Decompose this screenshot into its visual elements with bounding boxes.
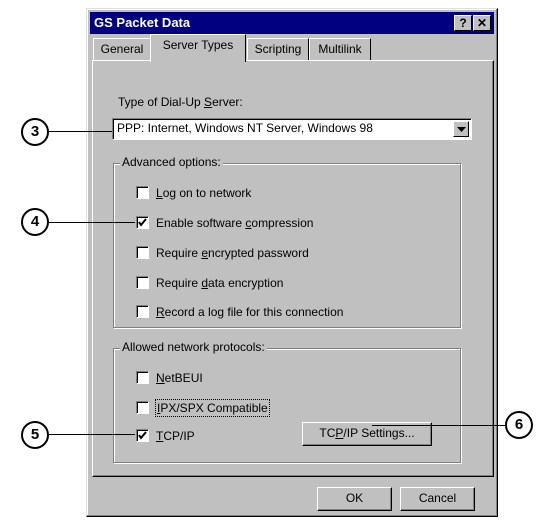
server-type-value: PPP: Internet, Windows NT Server, Window… — [117, 121, 373, 135]
checkbox-box[interactable] — [136, 216, 149, 229]
tab-general[interactable]: General — [93, 38, 151, 60]
checkbox-box[interactable] — [136, 305, 149, 318]
checkbox-label: TCP/IP — [156, 429, 195, 443]
help-button[interactable]: ? — [454, 15, 472, 31]
close-button[interactable]: ✕ — [473, 15, 491, 31]
window-title: GS Packet Data — [94, 15, 191, 30]
checkbox-box[interactable] — [136, 401, 149, 414]
callout-4: 4 — [21, 208, 49, 236]
tab-multilink-label: Multilink — [318, 42, 362, 56]
server-type-select[interactable]: PPP: Internet, Windows NT Server, Window… — [112, 118, 472, 140]
checkbox-box[interactable] — [136, 186, 149, 199]
tab-general-label: General — [100, 42, 144, 56]
advanced-options-title: Advanced options: — [120, 155, 223, 169]
checkbox-label: Require encrypted password — [156, 246, 309, 260]
dropdown-button[interactable] — [453, 121, 469, 137]
callout-3-leader — [49, 131, 112, 132]
title-bar: GS Packet Data ? ✕ — [90, 12, 494, 34]
checkbox-box[interactable] — [136, 371, 149, 384]
chevron-down-icon — [457, 127, 466, 132]
checkbox-label: IPX/SPX Compatible — [155, 399, 270, 417]
checkbox-box[interactable] — [136, 429, 149, 442]
callout-5: 5 — [21, 421, 49, 449]
tab-server-types[interactable]: Server Types — [150, 34, 246, 62]
network-protocols-title: Allowed network protocols: — [120, 340, 267, 354]
checkbox-label: Require data encryption — [156, 276, 284, 290]
checkbox-label: NetBEUI — [156, 371, 203, 385]
checkbox-label: Log on to network — [156, 186, 252, 200]
checkbox-label: Record a log file for this connection — [156, 305, 344, 319]
tab-multilink[interactable]: Multilink — [309, 38, 371, 60]
checkmark-icon — [138, 218, 147, 227]
callout-4-leader — [49, 222, 135, 223]
checkbox-box[interactable] — [136, 276, 149, 289]
callout-3: 3 — [21, 118, 49, 146]
checkbox-label: Enable software compression — [156, 216, 314, 230]
callout-5-leader — [49, 434, 135, 435]
callout-6: 6 — [505, 411, 533, 439]
callout-6-leader — [372, 425, 505, 426]
checkbox-box[interactable] — [136, 246, 149, 259]
checkmark-icon — [138, 431, 147, 440]
ok-button[interactable]: OK — [317, 487, 392, 511]
cancel-button[interactable]: Cancel — [400, 487, 475, 511]
tab-scripting[interactable]: Scripting — [247, 38, 309, 60]
tab-scripting-label: Scripting — [254, 42, 302, 56]
tab-server-types-label: Server Types — [162, 38, 234, 52]
server-type-label: Type of Dial-Up Server: — [118, 95, 243, 109]
